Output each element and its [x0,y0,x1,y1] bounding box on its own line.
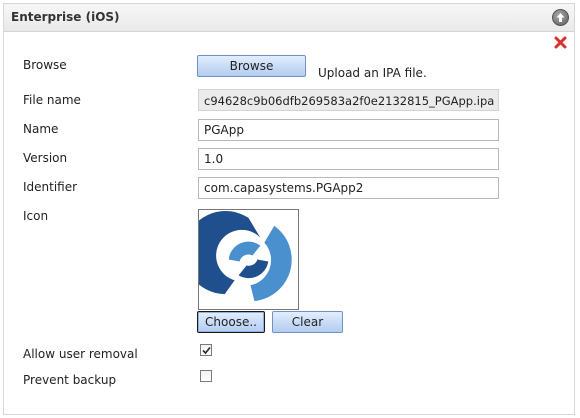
allow-user-removal-checkbox[interactable] [200,344,212,356]
upload-hint: Upload an IPA file. [318,66,427,80]
enterprise-ios-panel: Enterprise (iOS) Browse Browse Upload an… [3,3,575,415]
file-name-field: c94628c9b06dfb269583a2f0e2132815_PGApp.i… [198,89,499,111]
prevent-backup-label: Prevent backup [23,373,117,387]
version-label: Version [23,151,68,165]
clear-icon-button[interactable]: Clear [272,311,343,333]
checkmark-icon [202,346,211,355]
arrow-up-circle-icon[interactable] [552,9,569,26]
panel-title: Enterprise (iOS) [11,10,120,24]
choose-icon-button[interactable]: Choose.. [197,311,265,333]
icon-label: Icon [23,209,49,223]
name-label: Name [23,122,59,136]
prevent-backup-checkbox[interactable] [200,370,212,382]
name-input[interactable]: PGApp [198,119,499,141]
identifier-input[interactable]: com.capasystems.PGApp2 [198,177,499,199]
panel-header: Enterprise (iOS) [4,4,574,32]
close-icon[interactable] [554,36,567,49]
capa-logo-icon [199,211,292,302]
app-icon-preview [198,209,299,310]
browse-button[interactable]: Browse [197,55,306,77]
file-name-label: File name [23,93,81,107]
allow-user-removal-label: Allow user removal [23,347,138,361]
browse-label: Browse [23,58,67,72]
identifier-label: Identifier [23,180,78,194]
version-input[interactable]: 1.0 [198,148,499,170]
